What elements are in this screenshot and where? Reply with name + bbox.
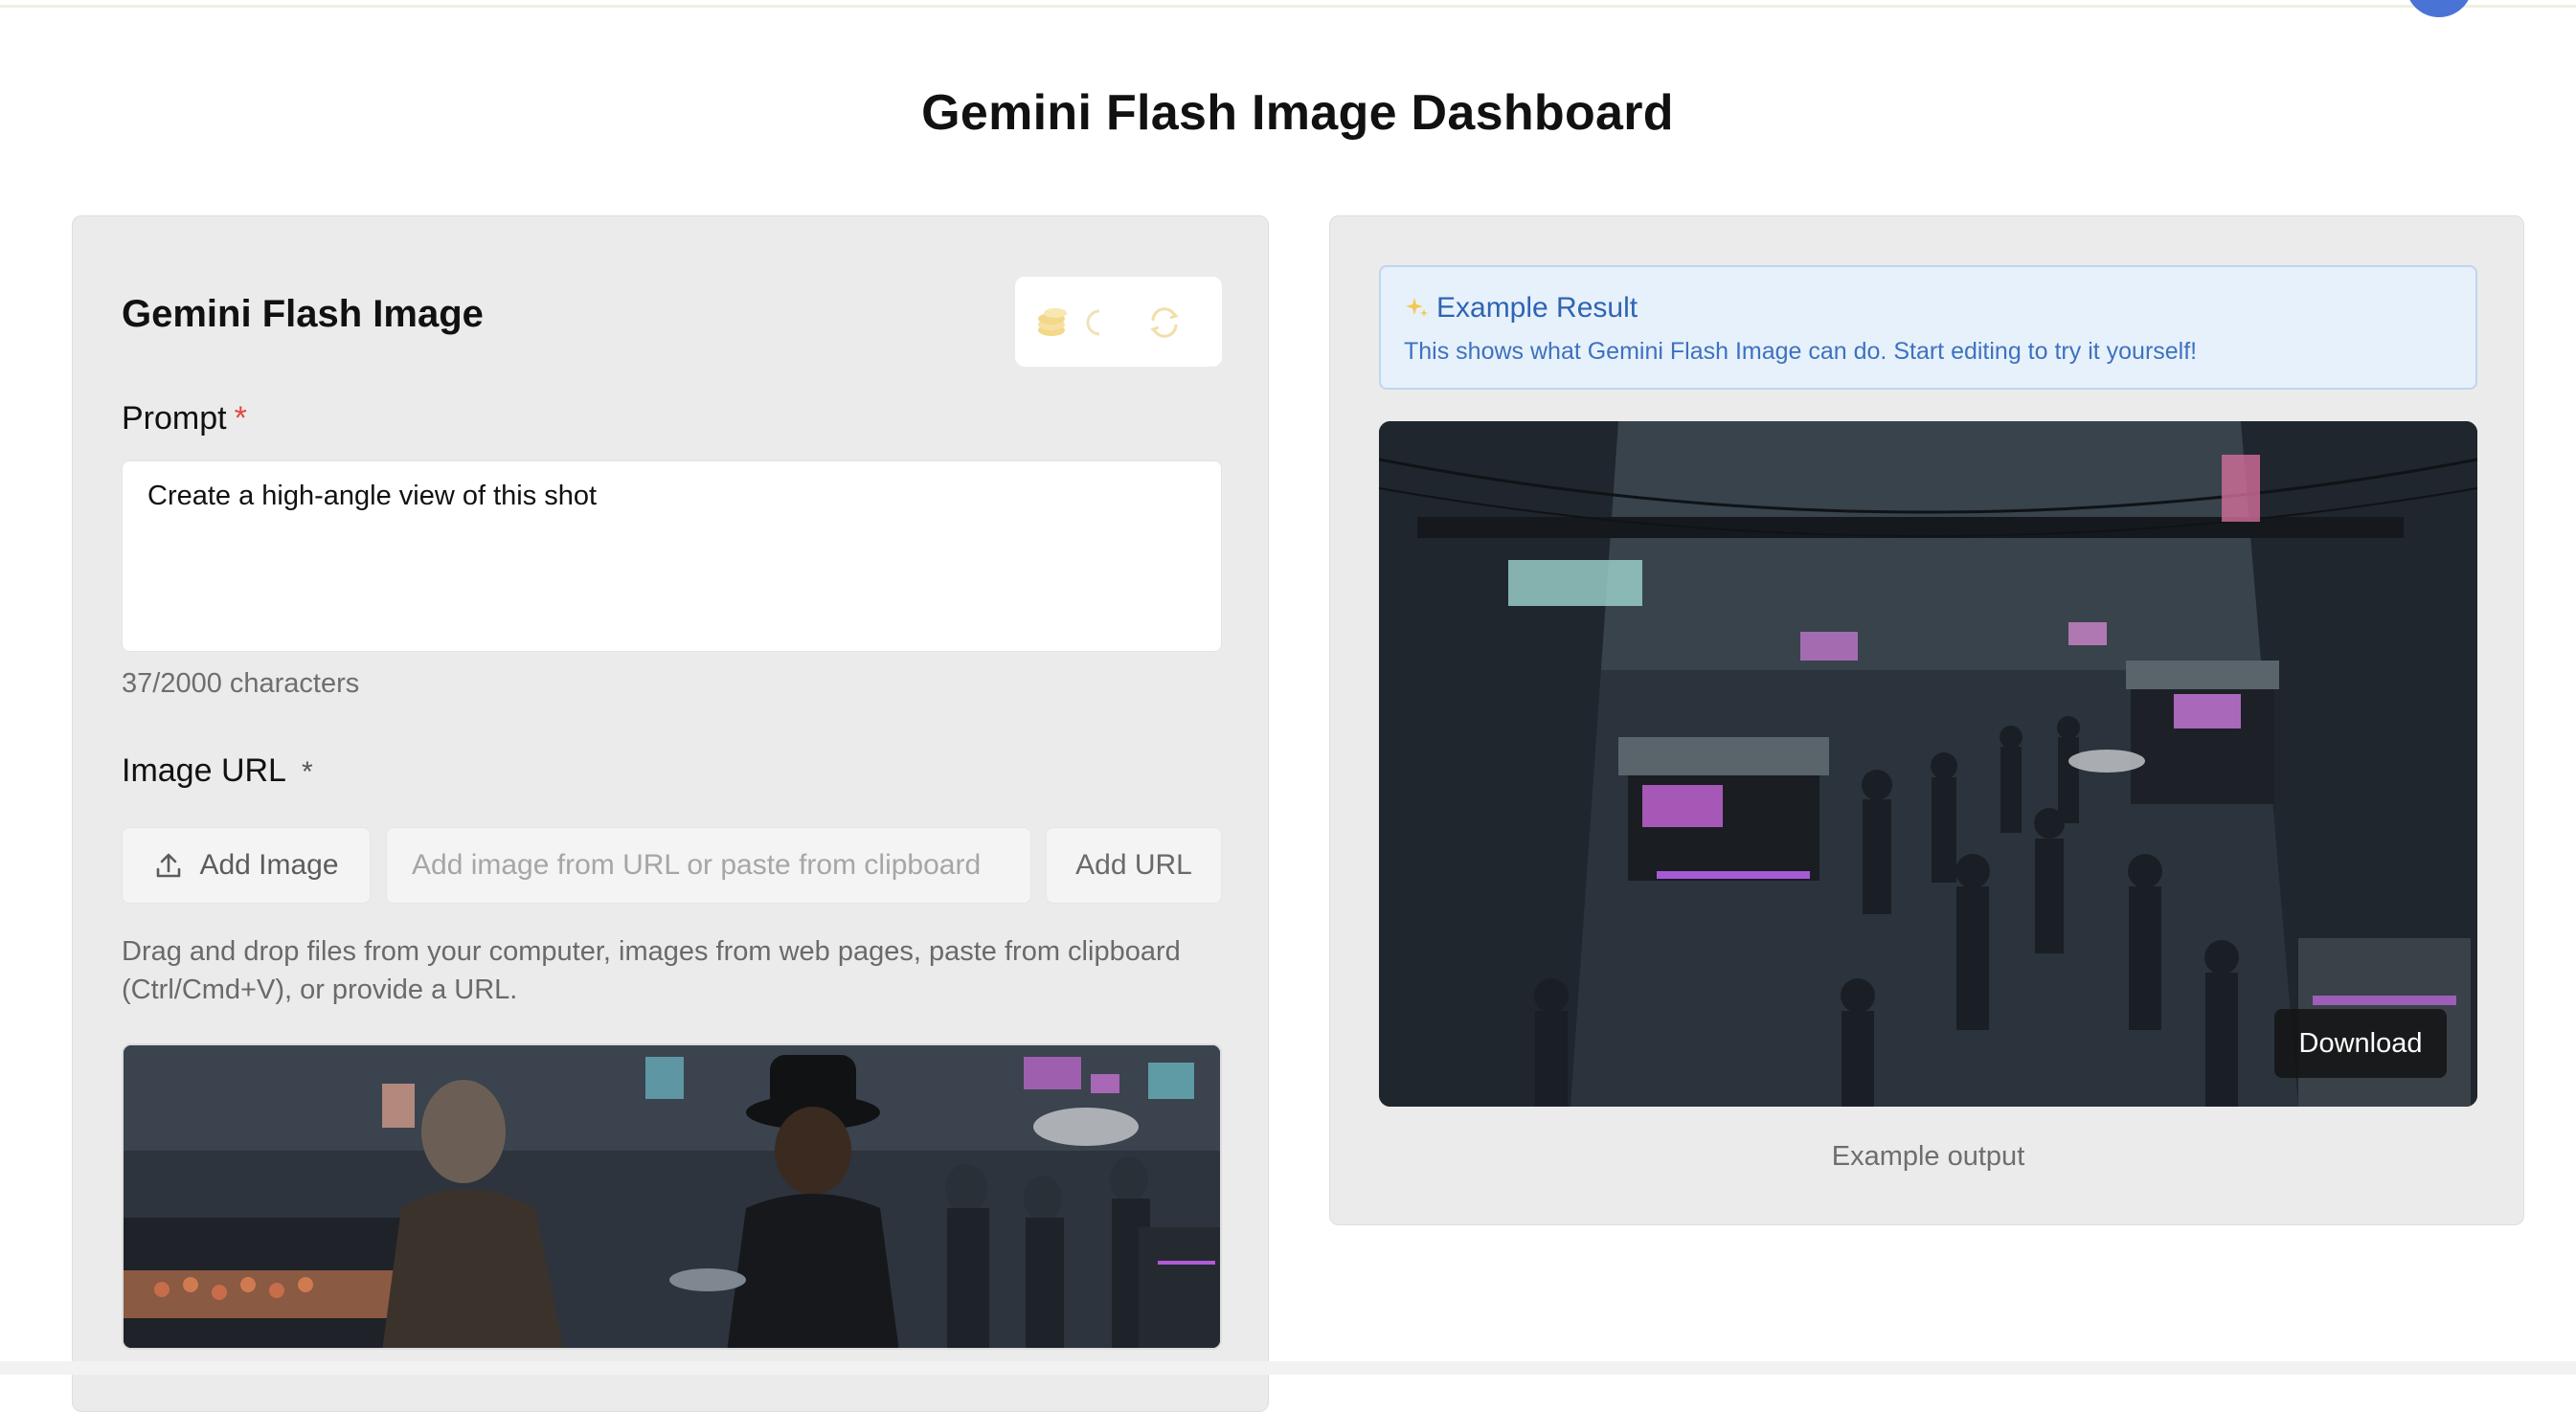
image-url-label: Image URL * — [122, 752, 313, 790]
refresh-icon[interactable] — [1145, 303, 1184, 342]
char-count: 37/2000 characters — [122, 668, 360, 699]
add-image-button[interactable]: Add Image — [122, 827, 371, 904]
bottom-strip — [0, 1361, 2576, 1375]
result-image-art — [1379, 421, 2477, 1107]
page-title: Gemini Flash Image Dashboard — [921, 85, 1674, 141]
add-url-button[interactable]: Add URL — [1046, 827, 1222, 904]
download-button[interactable]: Download — [2274, 1009, 2447, 1078]
required-star: * — [234, 400, 247, 437]
input-panel: Gemini Flash Image Prompt * Create a high… — [72, 215, 1269, 1412]
add-image-label: Add Image — [199, 849, 339, 881]
avatar[interactable] — [2406, 0, 2473, 17]
helper-text: Drag and drop files from your computer, … — [122, 936, 1181, 1005]
prompt-label: Prompt * — [122, 400, 247, 437]
panel-title: Gemini Flash Image — [122, 293, 484, 335]
input-image-preview[interactable] — [122, 1043, 1222, 1350]
image-url-label-text: Image URL — [122, 752, 286, 789]
image-url-input[interactable] — [386, 827, 1031, 904]
prompt-textarea[interactable]: Create a high-angle view of this shot — [122, 460, 1222, 652]
coins-icon[interactable] — [1034, 302, 1076, 344]
input-image-art — [124, 1045, 1220, 1348]
example-banner: Example Result This shows what Gemini Fl… — [1379, 265, 2477, 390]
top-border — [0, 0, 2576, 8]
header-tools — [1015, 277, 1222, 367]
moon-icon[interactable] — [1082, 307, 1107, 338]
example-caption: Example output — [1831, 1141, 2025, 1172]
banner-title: Example Result — [1404, 292, 2452, 325]
result-panel: Example Result This shows what Gemini Fl… — [1329, 215, 2524, 1225]
required-star: * — [301, 756, 313, 788]
upload-icon — [157, 853, 181, 878]
example-result-image[interactable]: Download — [1379, 421, 2477, 1107]
banner-title-text: Example Result — [1436, 292, 1638, 324]
prompt-label-text: Prompt — [122, 400, 227, 437]
sparkle-icon — [1406, 298, 1428, 317]
banner-subtitle: This shows what Gemini Flash Image can d… — [1404, 338, 2198, 365]
